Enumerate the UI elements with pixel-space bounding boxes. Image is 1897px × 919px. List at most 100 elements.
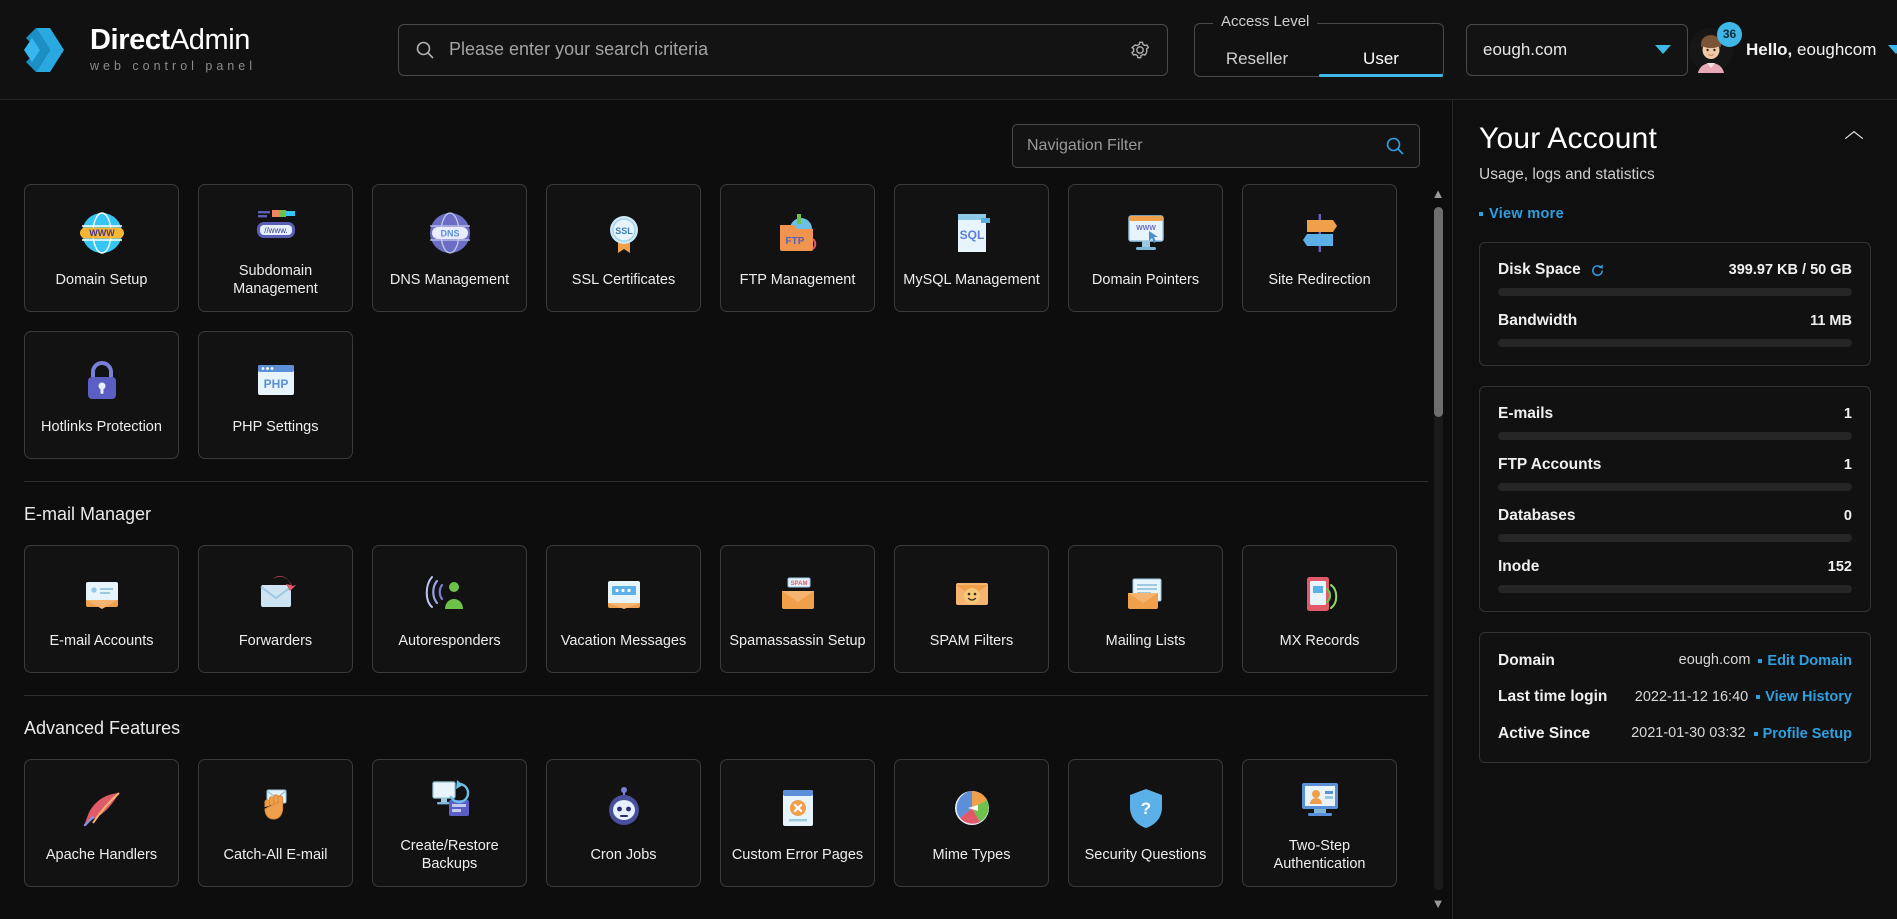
globe-www-icon: WWW bbox=[79, 212, 124, 254]
tile-mime-types[interactable]: Mime Types bbox=[894, 759, 1049, 887]
stat-ftp-accounts: FTP Accounts 1 bbox=[1498, 456, 1852, 491]
tile-spam-filters[interactable]: SPAM Filters bbox=[894, 545, 1049, 673]
ftp-folder-icon: FTP bbox=[779, 214, 816, 252]
svg-text:SPAM: SPAM bbox=[790, 581, 807, 587]
profile-setup-link[interactable]: Profile Setup bbox=[1753, 726, 1852, 742]
directadmin-logo-icon bbox=[24, 27, 64, 72]
svg-text:SQL: SQL bbox=[959, 228, 984, 242]
tile-ftp-management[interactable]: FTP FTP Management bbox=[720, 184, 875, 312]
user-menu[interactable]: 36 Hello, eoughcom bbox=[1688, 21, 1897, 73]
greeting-username: eoughcom bbox=[1797, 39, 1877, 59]
scrollbar-track[interactable] bbox=[1433, 207, 1443, 890]
tile-mx-records[interactable]: MX Records bbox=[1242, 545, 1397, 673]
bullet-icon bbox=[1756, 695, 1761, 700]
nav-filter-row bbox=[24, 100, 1428, 184]
stat-label-wrap: Disk Space bbox=[1498, 261, 1605, 279]
app-logo[interactable]: DirectAdmin web control panel bbox=[22, 24, 382, 76]
view-history-link[interactable]: View History bbox=[1756, 689, 1852, 705]
section-divider bbox=[24, 481, 1428, 482]
chevron-down-icon[interactable] bbox=[1888, 44, 1897, 55]
domain-selector[interactable]: eough.com bbox=[1466, 23, 1688, 76]
svg-text:WWW: WWW bbox=[89, 228, 115, 238]
tile-domain-setup[interactable]: WWW Domain Setup bbox=[24, 184, 179, 312]
info-value: eough.com bbox=[1678, 652, 1751, 668]
view-more-label: View more bbox=[1489, 206, 1564, 222]
tile-apache-handlers[interactable]: Apache Handlers bbox=[24, 759, 179, 887]
tile-ssl-certificates[interactable]: SSL SSL Certificates bbox=[546, 184, 701, 312]
tile-autoresponders[interactable]: Autoresponders bbox=[372, 545, 527, 673]
tile-domain-pointers[interactable]: WWW Domain Pointers bbox=[1068, 184, 1223, 312]
tile-create-restore-backups[interactable]: Create/Restore Backups bbox=[372, 759, 527, 887]
main-scrollbar[interactable]: ▲ ▼ bbox=[1430, 184, 1446, 913]
vacation-envelope-icon bbox=[607, 581, 640, 610]
padlock-icon bbox=[87, 361, 116, 400]
stat-progress-bar bbox=[1498, 483, 1852, 491]
tile-php-settings[interactable]: PHP PHP Settings bbox=[198, 331, 353, 459]
usage-stats-card: Disk Space 399.97 KB / 50 GB Bandwidth 1… bbox=[1479, 242, 1871, 366]
tile-vacation-messages[interactable]: Vacation Messages bbox=[546, 545, 701, 673]
stat-label: FTP Accounts bbox=[1498, 456, 1602, 473]
search-icon[interactable] bbox=[1385, 136, 1405, 156]
svg-text:?: ? bbox=[1140, 799, 1150, 818]
tile-grid-general: WWW Domain Setup //www. Subdomain Manage… bbox=[24, 184, 1428, 459]
stat-label-wrap: E-mails bbox=[1498, 405, 1553, 423]
tile-site-redirection[interactable]: Site Redirection bbox=[1242, 184, 1397, 312]
view-more-link[interactable]: View more bbox=[1479, 206, 1564, 222]
svg-text:WWW: WWW bbox=[1136, 225, 1156, 232]
tile-label: Cron Jobs bbox=[590, 847, 657, 864]
gear-icon[interactable] bbox=[1129, 39, 1151, 61]
search-input[interactable] bbox=[449, 39, 1129, 60]
tile-label: Subdomain Management bbox=[233, 263, 318, 297]
tile-forwarders[interactable]: Forwarders bbox=[198, 545, 353, 673]
nav-filter[interactable] bbox=[1012, 124, 1420, 168]
scroll-down-arrow-icon[interactable]: ▼ bbox=[1432, 894, 1445, 913]
tile-label: PHP Settings bbox=[232, 419, 319, 436]
stat-disk-space: Disk Space 399.97 KB / 50 GB bbox=[1498, 261, 1852, 296]
tile-label: Create/Restore Backups bbox=[400, 838, 499, 872]
sql-document-icon: SQL bbox=[957, 214, 990, 253]
error-page-icon bbox=[782, 790, 813, 827]
global-search[interactable] bbox=[398, 23, 1168, 76]
tile-mysql-management[interactable]: SQL MySQL Management bbox=[894, 184, 1049, 312]
edit-domain-link[interactable]: Edit Domain bbox=[1758, 653, 1852, 669]
security-question-icon: ? bbox=[1129, 789, 1162, 829]
spam-filter-icon bbox=[955, 583, 988, 606]
tile-label: Spamassassin Setup bbox=[729, 633, 866, 650]
tile-two-step-authentication[interactable]: Two-Step Authentication bbox=[1242, 759, 1397, 887]
section-divider bbox=[24, 695, 1428, 696]
scrollbar-thumb[interactable] bbox=[1433, 207, 1443, 417]
tile-label: Hotlinks Protection bbox=[41, 419, 162, 436]
tile-custom-error-pages[interactable]: Custom Error Pages bbox=[720, 759, 875, 887]
access-level-switch[interactable]: Access Level Reseller User bbox=[1194, 12, 1444, 77]
tile-cron-jobs[interactable]: Cron Jobs bbox=[546, 759, 701, 887]
tile-label: Custom Error Pages bbox=[731, 847, 864, 864]
scroll-up-arrow-icon[interactable]: ▲ bbox=[1432, 184, 1445, 203]
tile-subdomain-management[interactable]: //www. Subdomain Management bbox=[198, 184, 353, 312]
tile-hotlinks-protection[interactable]: Hotlinks Protection bbox=[24, 331, 179, 459]
notification-badge[interactable]: 36 bbox=[1717, 21, 1742, 47]
tile-mailing-lists[interactable]: Mailing Lists bbox=[1068, 545, 1223, 673]
access-level-tab-user[interactable]: User bbox=[1319, 24, 1443, 77]
stat-databases: Databases 0 bbox=[1498, 507, 1852, 542]
stat-emails: E-mails 1 bbox=[1498, 405, 1852, 440]
tile-label: SPAM Filters bbox=[929, 633, 1014, 650]
nav-filter-input[interactable] bbox=[1027, 137, 1385, 155]
access-level-tab-reseller[interactable]: Reseller bbox=[1195, 24, 1319, 76]
tile-spamassassin-setup[interactable]: SPAM Spamassassin Setup bbox=[720, 545, 875, 673]
tile-dns-management[interactable]: DNS DNS Management bbox=[372, 184, 527, 312]
tile-catch-all-email[interactable]: Catch-All E-mail bbox=[198, 759, 353, 887]
stat-value: 11 MB bbox=[1810, 313, 1852, 329]
stat-progress-bar bbox=[1498, 585, 1852, 593]
bullet-icon bbox=[1753, 731, 1758, 736]
logo-title-light: Admin bbox=[169, 24, 251, 57]
account-panel-title: Your Account bbox=[1479, 122, 1658, 155]
chevron-up-icon[interactable] bbox=[1837, 122, 1871, 140]
feather-icon bbox=[83, 792, 120, 827]
tile-email-accounts[interactable]: E-mail Accounts bbox=[24, 545, 179, 673]
bullet-icon bbox=[1479, 212, 1483, 216]
svg-text:DNS: DNS bbox=[440, 229, 459, 239]
refresh-icon[interactable] bbox=[1590, 263, 1605, 278]
stat-progress-bar bbox=[1498, 288, 1852, 296]
stat-label-wrap: Databases bbox=[1498, 507, 1576, 525]
tile-security-questions[interactable]: ? Security Questions bbox=[1068, 759, 1223, 887]
